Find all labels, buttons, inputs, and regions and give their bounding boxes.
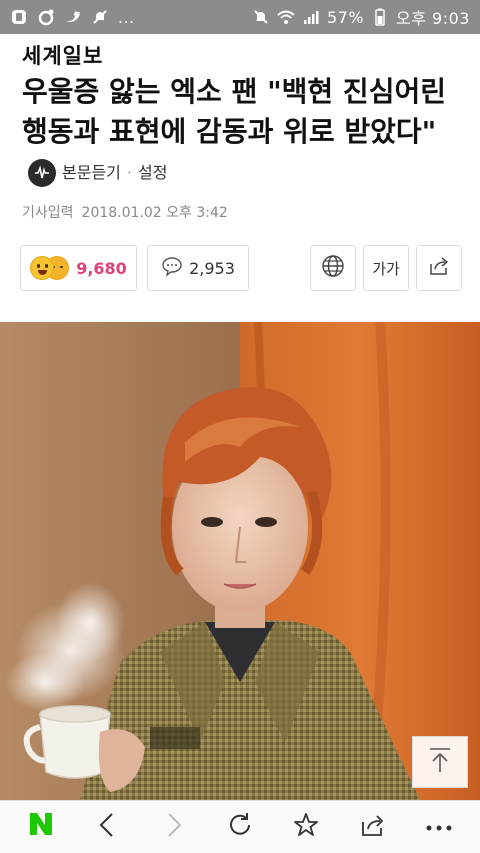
- bookmark-button[interactable]: [281, 804, 331, 850]
- more-menu-button[interactable]: [414, 804, 464, 850]
- share-icon: [359, 811, 387, 843]
- listen-button[interactable]: 본문듣기: [62, 153, 121, 193]
- battery-icon: [371, 8, 389, 26]
- forward-button[interactable]: [149, 804, 199, 850]
- comment-icon: [161, 255, 183, 281]
- article-actions: 9,680 2,953 가가: [20, 245, 462, 291]
- tool-separator: ·: [126, 163, 132, 182]
- browser-toolbar: [0, 800, 480, 853]
- arrow-up-icon: [427, 746, 453, 778]
- comment-button[interactable]: 2,953: [147, 245, 249, 291]
- back-arrow-icon: [96, 812, 118, 842]
- signal-icon: [302, 8, 320, 26]
- translate-button[interactable]: [310, 245, 356, 291]
- article-title: 우울증 앓는 엑소 팬 "백현 진심어린 행동과 표현에 감동과 위로 받았다": [22, 75, 446, 148]
- published-date: 2018.01.02 오후 3:42: [81, 205, 228, 221]
- article-meta: 기사입력 2018.01.02 오후 3:42: [22, 202, 228, 222]
- notification-muted-icon: [91, 8, 109, 26]
- naver-logo-icon: [28, 811, 54, 844]
- notification-dot-icon: [37, 8, 55, 26]
- publisher-logo[interactable]: 세계일보: [22, 40, 103, 70]
- settings-button[interactable]: 설정: [138, 153, 167, 193]
- naver-home-button[interactable]: [16, 804, 66, 850]
- wifi-icon: [277, 8, 295, 26]
- more-dots-icon: [424, 818, 454, 837]
- twitter-icon: [64, 8, 82, 26]
- status-more-text: ...: [118, 7, 135, 27]
- article-photo[interactable]: [0, 322, 480, 800]
- reaction-button[interactable]: 9,680: [20, 245, 137, 291]
- star-icon: [292, 811, 320, 843]
- forward-arrow-icon: [163, 812, 185, 842]
- scroll-to-top-button[interactable]: [412, 736, 468, 788]
- refresh-button[interactable]: [215, 804, 265, 850]
- toolbar-share-button[interactable]: [348, 804, 398, 850]
- app-notification-icon: [10, 8, 28, 26]
- article-headline: 우울증 앓는 엑소 팬 "백현 진심어린 행동과 표현에 감동과 위로 받았다"…: [22, 72, 462, 193]
- refresh-icon: [226, 811, 254, 843]
- status-bar: ... 57% 오후 9:03: [0, 0, 480, 34]
- mute-icon: [252, 8, 270, 26]
- share-button[interactable]: [416, 245, 462, 291]
- font-size-button[interactable]: 가가: [363, 245, 409, 291]
- reaction-count: 9,680: [76, 258, 127, 278]
- back-button[interactable]: [82, 804, 132, 850]
- share-icon: [427, 254, 451, 282]
- meta-label: 기사입력: [22, 205, 74, 221]
- article-tools: 본문듣기 · 설정: [28, 153, 167, 193]
- listen-icon[interactable]: [28, 159, 56, 187]
- battery-percent: 57%: [326, 7, 365, 27]
- font-size-label: 가가: [372, 259, 400, 278]
- comment-count: 2,953: [189, 258, 235, 278]
- status-time: 오후 9:03: [396, 9, 470, 28]
- globe-icon: [321, 254, 345, 282]
- reaction-emoji-icon: [30, 255, 70, 281]
